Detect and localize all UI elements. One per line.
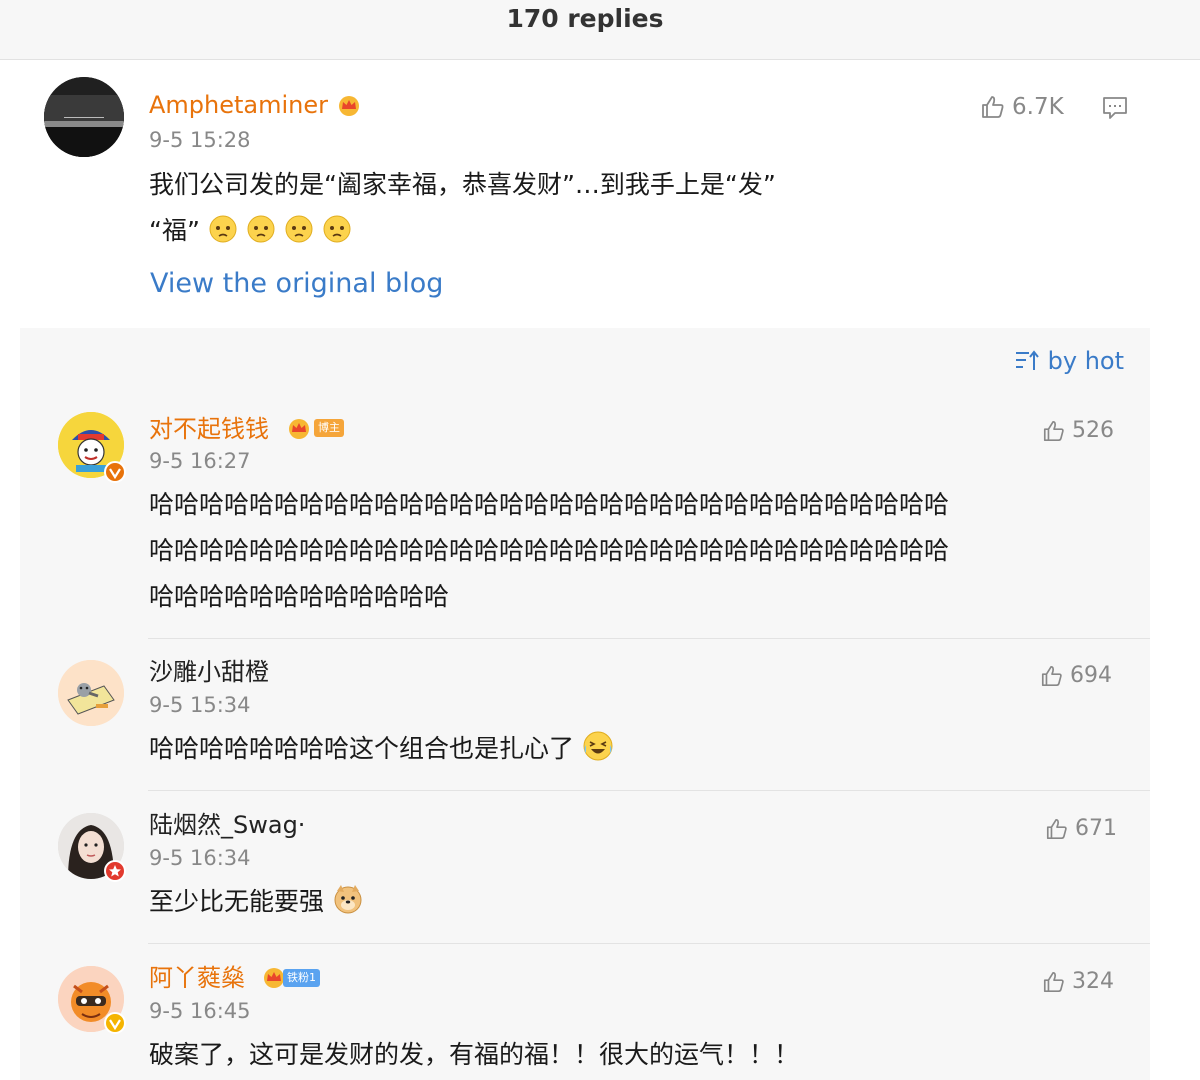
comment-text-wrap: 至少比无能要强: [149, 879, 1119, 925]
comment-timestamp: 9-5 16:27: [149, 449, 251, 473]
comment-like-count: 671: [1075, 816, 1117, 841]
comment-like-count: 694: [1070, 663, 1112, 688]
comment-text-line2: 哈哈哈哈哈哈哈哈哈哈哈哈哈哈哈哈哈哈哈哈哈哈哈哈哈哈哈哈哈哈哈哈: [149, 536, 950, 565]
sad-face-emoji-icon: [209, 215, 237, 243]
sort-icon: [1015, 350, 1039, 370]
commenter-avatar[interactable]: [58, 660, 124, 726]
post-like-count: 6.7K: [1012, 94, 1064, 120]
comment-timestamp: 9-5 16:45: [149, 999, 251, 1023]
sad-face-emoji-icon: [247, 215, 275, 243]
post-timestamp: 9-5 15:28: [149, 128, 251, 152]
comment-divider: [148, 943, 1150, 944]
sort-label: by hot: [1047, 347, 1124, 375]
commenter-name[interactable]: 阿丫蕤燊: [149, 963, 245, 993]
sort-by-hot-button[interactable]: by hot: [1014, 347, 1124, 375]
comment-like-button[interactable]: 694: [1040, 663, 1112, 688]
commenter-name[interactable]: 陆烟然_Swag·: [149, 810, 305, 840]
comment-divider: [148, 638, 1150, 639]
post-text-line2-wrap: “福”: [149, 208, 909, 254]
post-author-avatar[interactable]: [44, 77, 124, 157]
post-text-line2: “福”: [149, 216, 200, 245]
comment-text: 哈哈哈哈哈哈哈哈哈哈哈哈哈哈哈哈哈哈哈哈哈哈哈哈哈哈哈哈哈哈哈哈 哈哈哈哈哈哈哈…: [149, 482, 1119, 620]
comment-like-button[interactable]: 324: [1042, 969, 1114, 994]
laughing-crying-emoji-icon: [583, 731, 613, 761]
crown-icon: [289, 419, 309, 439]
comment-like-count: 526: [1072, 418, 1114, 443]
post-author-name[interactable]: Amphetaminer: [149, 90, 328, 120]
post-text: 我们公司发的是“阖家幸福，恭喜发财”…到我手上是“发” “福”: [149, 162, 909, 254]
comment-text: 破案了，这可是发财的发，有福的福！！很大的运气！！！: [149, 1040, 800, 1069]
fan-tag: 铁粉1: [283, 969, 320, 987]
comment-text: 至少比无能要强: [149, 887, 325, 916]
verified-badge-icon: [104, 1012, 126, 1034]
sad-face-emoji-icon: [323, 215, 351, 243]
thumbs-up-icon: [982, 96, 1004, 118]
doge-emoji-icon: [334, 885, 362, 914]
sad-face-emoji-icon: [285, 215, 313, 243]
thumbs-up-icon: [1043, 420, 1064, 441]
comment-like-button[interactable]: 671: [1045, 816, 1117, 841]
comment-timestamp: 9-5 15:34: [149, 693, 251, 717]
verified-badge-icon: [104, 860, 126, 882]
replies-count-title: 170 replies: [506, 4, 664, 33]
thumbs-up-icon: [1041, 665, 1062, 686]
thumbs-up-icon: [1043, 971, 1064, 992]
comment-text: 哈哈哈哈哈哈哈哈这个组合也是扎心了: [149, 734, 575, 763]
thumbs-up-icon: [1046, 818, 1067, 839]
commenter-name[interactable]: 沙雕小甜橙: [149, 657, 269, 687]
comment-like-button[interactable]: 526: [1042, 418, 1114, 443]
verified-badge-icon: [104, 461, 126, 483]
comment-text-line1: 哈哈哈哈哈哈哈哈哈哈哈哈哈哈哈哈哈哈哈哈哈哈哈哈哈哈哈哈哈哈哈哈: [149, 490, 950, 519]
post-text-line1: 我们公司发的是“阖家幸福，恭喜发财”…到我手上是“发”: [149, 170, 776, 199]
comment-text-line3: 哈哈哈哈哈哈哈哈哈哈哈哈: [149, 582, 450, 611]
view-original-blog-link[interactable]: View the original blog: [150, 268, 443, 299]
comment-text-wrap: 哈哈哈哈哈哈哈哈这个组合也是扎心了: [149, 726, 1119, 772]
comment-timestamp: 9-5 16:34: [149, 846, 251, 870]
comment-icon[interactable]: [1102, 96, 1128, 120]
crown-icon: [339, 96, 359, 116]
replies-header: 170 replies: [0, 0, 1200, 60]
author-tag: 博主: [314, 419, 344, 437]
post-like-button[interactable]: 6.7K: [980, 94, 1064, 120]
comment-like-count: 324: [1072, 969, 1114, 994]
comment-divider: [148, 790, 1150, 791]
commenter-name[interactable]: 对不起钱钱: [149, 414, 269, 444]
